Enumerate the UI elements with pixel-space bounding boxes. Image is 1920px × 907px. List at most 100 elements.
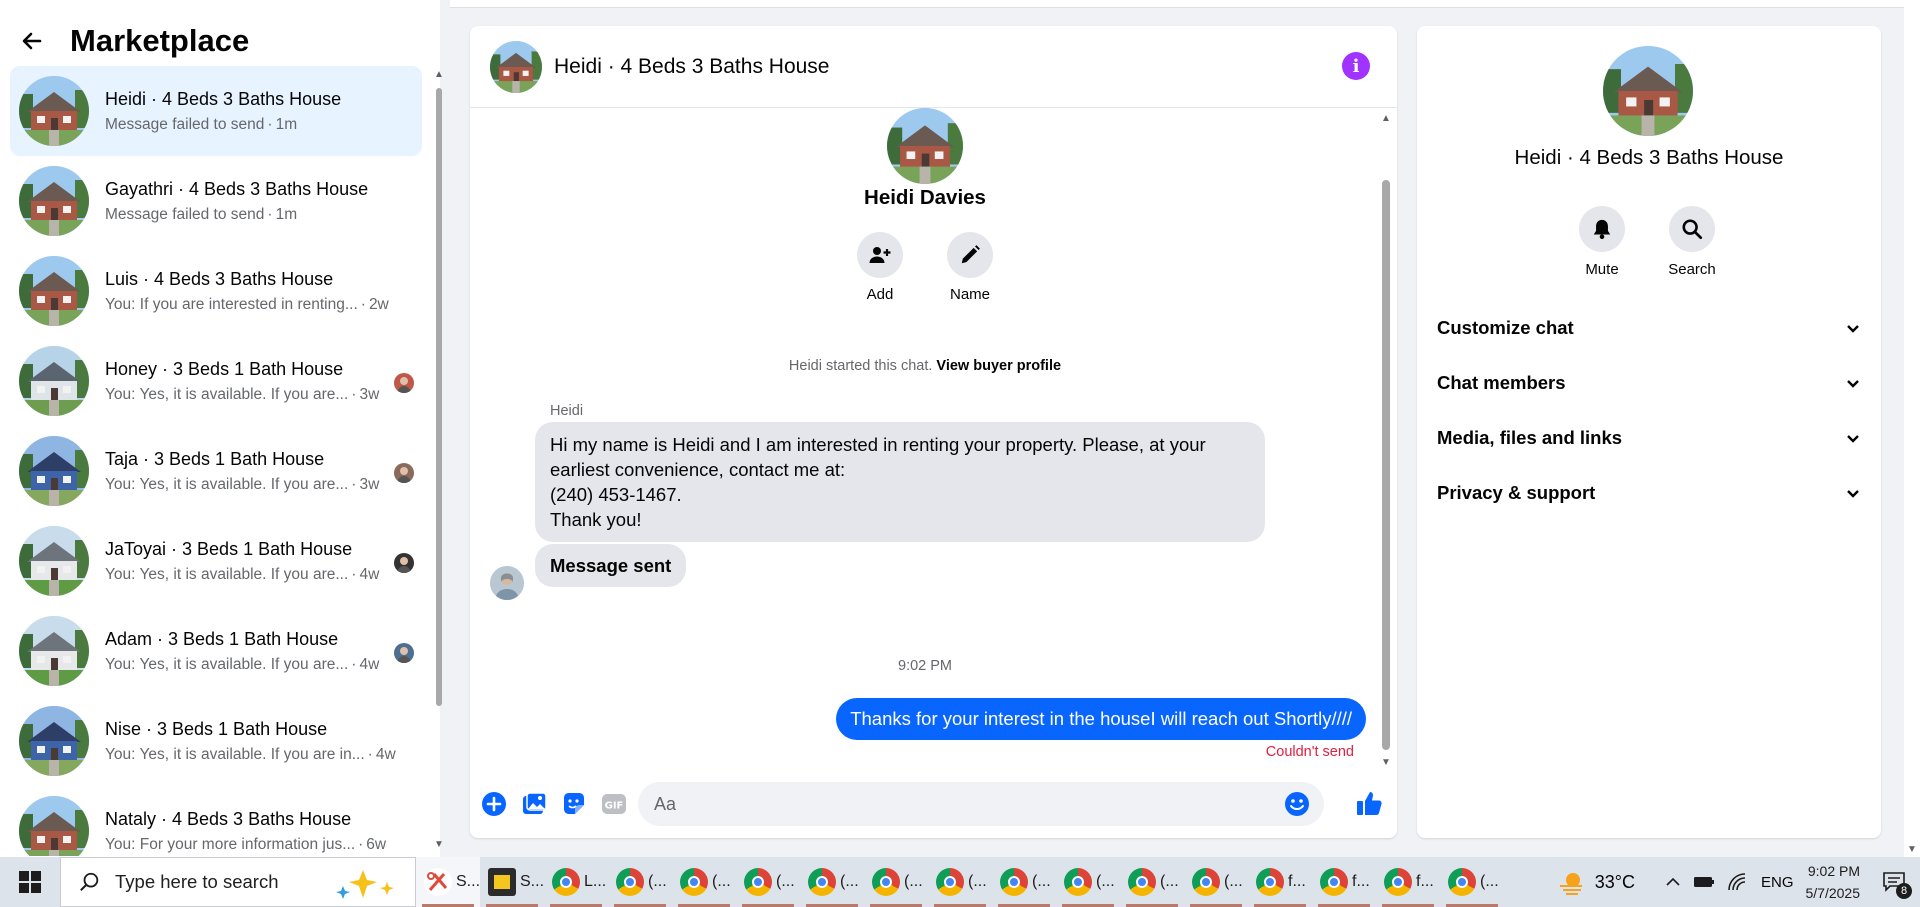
chat-scrollbar[interactable]: ▲ ▼ [1379,114,1393,768]
scroll-down-arrow-icon[interactable]: ▼ [434,840,444,850]
chat-title[interactable]: Heidi · 4 Beds 3 Baths House [554,55,829,79]
taskbar-app[interactable]: L... [544,857,608,907]
conversation-title: Luis · 4 Beds 3 Baths House [105,268,334,289]
taskbar-app[interactable]: (... [1056,857,1120,907]
send-error[interactable]: Couldn't send [1266,744,1354,760]
chat-members-section[interactable]: Chat members [1437,357,1861,409]
conversation-preview: Message failed to send · 1m [105,206,405,224]
chrome-icon [872,868,900,896]
sidebar-scrollbar[interactable]: ▲ ▼ [434,70,444,850]
conversation-item[interactable]: Gayathri · 4 Beds 3 Baths House Message f… [10,156,422,246]
conversation-item[interactable]: Heidi · 4 Beds 3 Baths House Message fail… [10,66,422,156]
taskbar-app[interactable]: (... [736,857,800,907]
scroll-down-arrow-icon[interactable]: ▼ [1381,758,1391,768]
conversation-text: Honey · 3 Beds 1 Bath House You: Yes, it … [105,359,405,404]
details-avatar[interactable] [1603,46,1693,136]
taskbar-app[interactable]: (... [1184,857,1248,907]
mute-label: Mute [1585,261,1619,278]
taskbar-app[interactable]: f... [1248,857,1312,907]
scroll-up-arrow-icon[interactable]: ▲ [1381,114,1391,124]
taskbar-app[interactable]: (... [992,857,1056,907]
chat-avatar[interactable] [490,40,542,93]
mute-button[interactable]: Mute [1562,206,1642,278]
chevron-down-icon [1847,490,1859,498]
wifi-icon[interactable] [1727,872,1747,892]
taskbar-app[interactable]: (... [672,857,736,907]
taskbar-app-label: (... [904,873,923,890]
sticker-icon[interactable] [560,790,588,818]
conversation-item[interactable]: Adam · 3 Beds 1 Bath House You: Yes, it i… [10,606,422,696]
chrome-icon [616,868,644,896]
scroll-up-arrow-icon[interactable]: ▲ [434,70,444,80]
conversation-item[interactable]: Taja · 3 Beds 1 Bath House You: Yes, it i… [10,426,422,516]
incoming-message[interactable]: Hi my name is Heidi and I am interested … [535,422,1265,542]
battery-icon[interactable] [1693,874,1715,890]
temperature[interactable]: 33°C [1595,872,1635,893]
taskbar-app[interactable]: (... [864,857,928,907]
conversation-snippet: You: Yes, it is available. If you are... [105,655,349,673]
view-buyer-profile-link[interactable]: View buyer profile [936,358,1061,374]
incoming-message-2[interactable]: Message sent [535,544,687,587]
clock-time: 9:02 PM [1807,863,1860,879]
plus-circle-icon[interactable] [480,790,508,818]
windows-start-icon[interactable] [0,857,60,907]
taskbar-app[interactable]: (... [608,857,672,907]
scrollbar-thumb[interactable] [436,88,442,706]
messenger-window: Marketplace Heidi · 4 Beds 3 Baths House… [0,0,1920,857]
conversation-item[interactable]: JaToyai · 3 Beds 1 Bath House You: Yes, i… [10,516,422,606]
message-line: Hi my name is Heidi and I am interested … [550,434,1206,480]
privacy-support-section[interactable]: Privacy & support [1437,467,1861,519]
taskbar-app[interactable]: S... [416,857,480,907]
conversation-item[interactable]: Nise · 3 Beds 1 Bath House You: Yes, it i… [10,696,422,786]
emoji-icon[interactable] [1284,791,1310,817]
taskbar-app[interactable]: f... [1376,857,1440,907]
search-button[interactable]: Search [1652,206,1732,278]
conversation-avatar [19,256,89,326]
search-highlight-icon [336,870,394,899]
media-files-links-section[interactable]: Media, files and links [1437,412,1861,464]
chrome-icon [1128,868,1156,896]
seen-avatar [394,643,414,663]
sender-avatar[interactable] [490,566,524,600]
chevron-up-icon[interactable] [1665,874,1681,890]
message-input[interactable]: Aa [638,782,1324,826]
taskbar-app[interactable]: (... [800,857,864,907]
clock[interactable]: 9:02 PM 5/7/2025 [1806,860,1861,904]
scroll-down-arrow-icon[interactable]: ▼ [1907,845,1917,855]
customize-chat-section[interactable]: Customize chat [1437,302,1861,354]
conversation-item[interactable]: Honey · 3 Beds 1 Bath House You: Yes, it … [10,336,422,426]
seen-avatar [394,463,414,483]
conversation-preview: You: Yes, it is available. If you are in… [105,746,405,764]
taskbar-search[interactable]: Type here to search [60,857,416,907]
top-border [450,0,1920,8]
thumbs-up-icon[interactable] [1354,788,1384,818]
taskbar-app[interactable]: (... [1120,857,1184,907]
chrome-icon [1320,868,1348,896]
conversation-item[interactable]: Nataly · 4 Beds 3 Baths House You: For yo… [10,786,422,856]
taskbar-app[interactable]: S... [480,857,544,907]
separator-dot: · [351,475,357,493]
arrow-left-icon[interactable] [14,23,50,59]
taskbar-app[interactable]: (... [1440,857,1504,907]
snip-icon [424,868,452,896]
conversation-preview: You: For your more information jus... · 6w [105,836,405,854]
add-button[interactable]: Add [840,232,920,303]
language-indicator[interactable]: ENG [1761,874,1794,891]
chat-panel: Heidi · 4 Beds 3 Baths House i Heidi Dav… [470,26,1397,838]
window-scrollbar[interactable]: ▼ [1904,0,1920,857]
taskbar-app-label: (... [776,873,795,890]
taskbar-app[interactable]: f... [1312,857,1376,907]
gif-icon[interactable]: GIF [600,790,628,818]
notification-count: 8 [1896,883,1912,899]
info-icon[interactable]: i [1342,52,1370,80]
photo-icon[interactable] [520,790,548,818]
message-line: Thank you! [550,509,642,530]
message-line: (240) 453-1467. [550,484,682,505]
scrollbar-thumb[interactable] [1382,180,1390,750]
outgoing-message[interactable]: Thanks for your interest in the houseI w… [836,698,1366,740]
conversation-item[interactable]: Luis · 4 Beds 3 Baths House You: If you a… [10,246,422,336]
taskbar-app[interactable]: (... [928,857,992,907]
notification-button[interactable]: 8 [1874,857,1914,907]
name-button[interactable]: Name [930,232,1010,303]
weather-sun-icon[interactable] [1557,867,1587,897]
